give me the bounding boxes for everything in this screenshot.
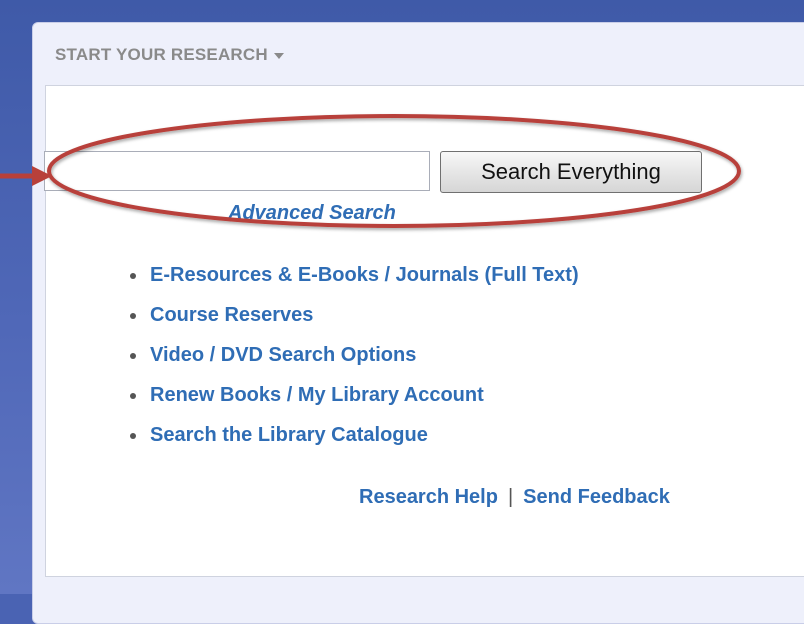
- list-item: Renew Books / My Library Account: [130, 375, 579, 415]
- caret-down-icon: [273, 52, 284, 59]
- list-item: E-Resources & E-Books / Journals (Full T…: [130, 255, 579, 295]
- link-renew-books[interactable]: Renew Books / My Library Account: [150, 384, 484, 407]
- footer-links: Research Help | Send Feedback: [359, 486, 670, 509]
- link-video-dvd[interactable]: Video / DVD Search Options: [150, 344, 416, 367]
- link-library-catalogue[interactable]: Search the Library Catalogue: [150, 424, 428, 447]
- research-help-link[interactable]: Research Help: [359, 486, 498, 508]
- bullet-icon: [130, 393, 136, 399]
- footer-separator: |: [507, 486, 514, 508]
- list-item: Video / DVD Search Options: [130, 335, 579, 375]
- link-e-resources[interactable]: E-Resources & E-Books / Journals (Full T…: [150, 264, 579, 287]
- search-everything-button[interactable]: Search Everything: [440, 151, 702, 193]
- link-course-reserves[interactable]: Course Reserves: [150, 304, 313, 327]
- bullet-icon: [130, 273, 136, 279]
- advanced-search-link[interactable]: Advanced Search: [228, 202, 396, 225]
- panel-header-label: START YOUR RESEARCH: [55, 45, 268, 64]
- bullet-icon: [130, 433, 136, 439]
- list-item: Search the Library Catalogue: [130, 415, 579, 455]
- bullet-icon: [130, 313, 136, 319]
- bullet-icon: [130, 353, 136, 359]
- send-feedback-link[interactable]: Send Feedback: [523, 486, 670, 508]
- list-item: Course Reserves: [130, 295, 579, 335]
- panel-header[interactable]: START YOUR RESEARCH: [55, 45, 284, 65]
- resource-list: E-Resources & E-Books / Journals (Full T…: [130, 255, 579, 455]
- search-input[interactable]: [44, 151, 430, 191]
